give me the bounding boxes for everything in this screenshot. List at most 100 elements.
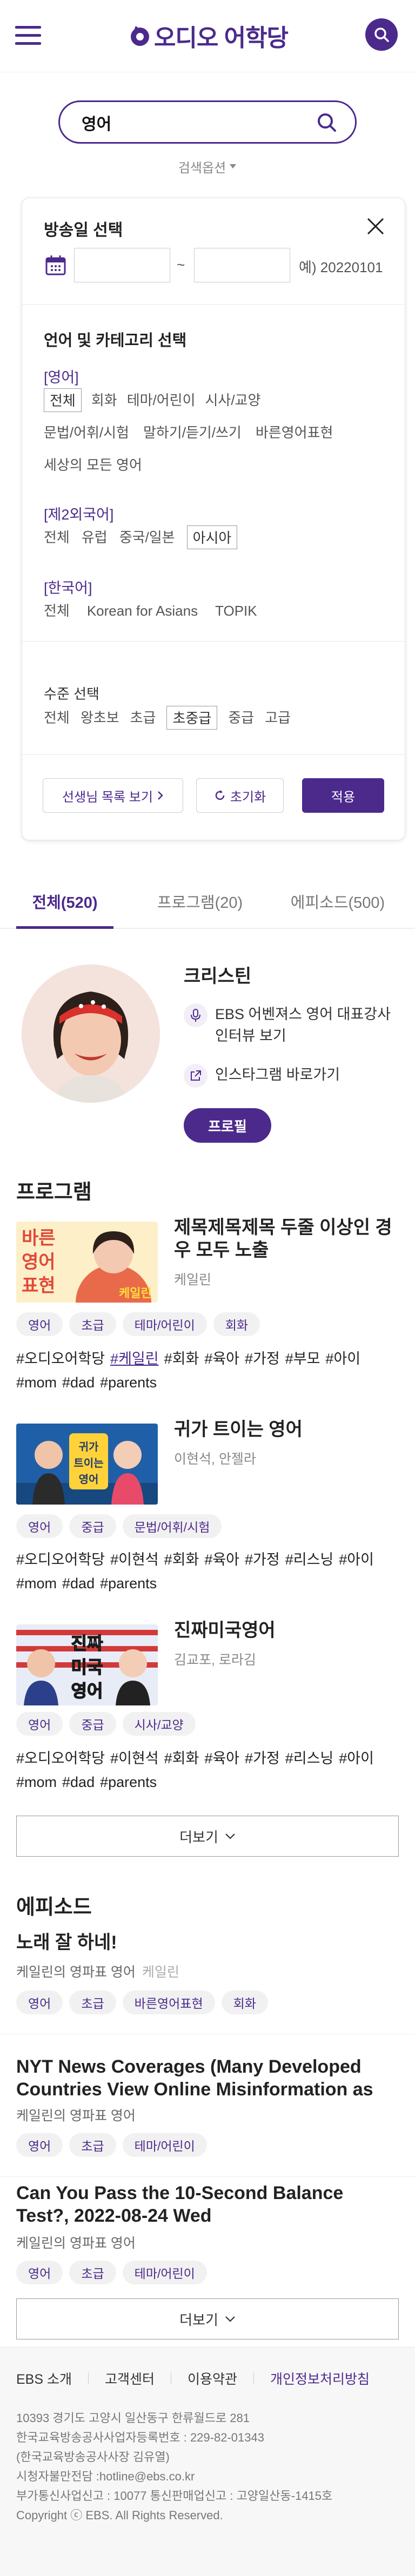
tag[interactable]: #parents <box>100 1374 157 1391</box>
option-conversation[interactable]: 회화 <box>91 388 117 412</box>
footer-link-privacy[interactable]: 개인정보처리방침 <box>270 2369 370 2388</box>
footer-link-support[interactable]: 고객센터 <box>105 2369 155 2388</box>
level-advanced[interactable]: 고급 <box>265 706 291 730</box>
tag[interactable]: #mom <box>16 1575 57 1592</box>
tag[interactable]: #오디오어학당 <box>16 1750 105 1766</box>
level-all[interactable]: 전체 <box>44 706 70 730</box>
group-label-english: [영어] <box>44 369 79 386</box>
option-all[interactable]: 전체 <box>44 388 82 412</box>
tag[interactable]: #리스닝 <box>285 1552 334 1568</box>
footer-link-about[interactable]: EBS 소개 <box>16 2369 72 2388</box>
tag[interactable]: #육아 <box>204 1351 239 1367</box>
option-all[interactable]: 전체 <box>44 599 70 623</box>
tag[interactable]: #아이 <box>325 1351 360 1367</box>
tag[interactable]: #dad <box>62 1774 95 1790</box>
hamburger-icon[interactable] <box>15 25 41 46</box>
program-thumbnail[interactable]: 귀가 트이는 영어 <box>16 1424 158 1505</box>
tab-programs[interactable]: 프로그램(20) <box>135 890 265 925</box>
option-topik[interactable]: TOPIK <box>215 599 257 623</box>
tab-all[interactable]: 전체(520) <box>16 890 113 925</box>
level-intermediate[interactable]: 중급 <box>228 706 254 730</box>
header-search-button[interactable] <box>365 18 398 51</box>
thumb-text: 바른 <box>22 1228 56 1249</box>
tag[interactable]: #가정 <box>245 1351 280 1367</box>
tag[interactable]: #이현석 <box>110 1552 159 1568</box>
reset-button[interactable]: 초기화 <box>196 778 284 813</box>
option-all-english[interactable]: 세상의 모든 영어 <box>44 453 142 477</box>
tag[interactable]: #회화 <box>164 1351 199 1367</box>
search-options-toggle[interactable]: 검색옵션 <box>153 157 262 176</box>
tag[interactable]: #dad <box>62 1374 95 1391</box>
interview-link[interactable]: EBS 어벤져스 영어 대표강사 인터뷰 보기 <box>184 1003 400 1047</box>
footer-link-terms[interactable]: 이용약관 <box>188 2369 237 2388</box>
tag[interactable]: #이현석 <box>110 1750 159 1766</box>
tag[interactable]: #회화 <box>164 1552 199 1568</box>
close-icon[interactable] <box>364 214 387 238</box>
option-china-japan[interactable]: 중국/일본 <box>119 525 175 549</box>
option-proper-expression[interactable]: 바른영어표현 <box>256 421 333 444</box>
option-current-affairs[interactable]: 시사/교양 <box>205 388 261 412</box>
episode-title[interactable]: Can You Pass the 10-Second Balance Test?… <box>16 2182 400 2227</box>
tag[interactable]: #오디오어학당 <box>16 1351 105 1367</box>
divider <box>88 2372 89 2384</box>
tag[interactable]: #회화 <box>164 1750 199 1766</box>
option-europe[interactable]: 유럽 <box>82 525 108 549</box>
tag[interactable]: #육아 <box>204 1750 239 1766</box>
teacher-list-button[interactable]: 선생님 목록 보기 <box>43 778 183 813</box>
episode-title[interactable]: 노래 잘 하네! <box>16 1931 400 1954</box>
programs-more-button[interactable]: 더보기 <box>16 1816 399 1857</box>
teacher-avatar <box>22 965 160 1103</box>
search-input[interactable] <box>82 111 309 134</box>
level-beginner-zero[interactable]: 왕초보 <box>81 706 119 730</box>
program-chips: 영어 중급 시사/교양 <box>16 1712 202 1736</box>
program-title[interactable]: 진짜미국영어 <box>174 1619 401 1642</box>
calendar-icon[interactable] <box>45 254 66 276</box>
option-grammar-test[interactable]: 문법/어휘/시험 <box>44 421 129 444</box>
tag[interactable]: #리스닝 <box>285 1750 334 1766</box>
external-link-icon <box>184 1064 208 1088</box>
tag[interactable]: #오디오어학당 <box>16 1552 105 1568</box>
date-to-input[interactable] <box>194 248 290 282</box>
tag-highlighted[interactable]: #케일린 <box>110 1351 159 1367</box>
program-chips: 영어 초급 테마/어린이 회화 <box>16 1312 266 1336</box>
episode-title[interactable]: NYT News Coverages (Many Developed Count… <box>16 2055 400 2101</box>
date-from-input[interactable] <box>74 248 170 282</box>
tag[interactable]: #mom <box>16 1774 57 1790</box>
tag[interactable]: #육아 <box>204 1552 239 1568</box>
level-pre-intermediate[interactable]: 초중급 <box>166 706 218 730</box>
tag[interactable]: #parents <box>100 1575 157 1592</box>
search-submit-icon[interactable] <box>314 110 340 136</box>
apply-button[interactable]: 적용 <box>302 778 384 813</box>
program-title[interactable]: 귀가 트이는 영어 <box>174 1418 401 1441</box>
tag[interactable]: #mom <box>16 1374 57 1391</box>
tag[interactable]: #parents <box>100 1774 157 1790</box>
level-beginner[interactable]: 초급 <box>130 706 156 730</box>
chevron-down-icon <box>225 2316 236 2322</box>
profile-button[interactable]: 프로필 <box>184 1108 271 1143</box>
program-author: 케일린 <box>174 1272 212 1287</box>
footer-copyright: Copyright ⓒ EBS. All Rights Reserved. <box>16 2508 223 2522</box>
tag[interactable]: #아이 <box>339 1750 374 1766</box>
thumb-text: 케일린 <box>119 1287 152 1300</box>
program-title[interactable]: 제목제목제목 두줄 이상인 경우 모두 노출 <box>174 1216 401 1262</box>
site-logo[interactable]: 오디오 어학당 <box>125 21 290 51</box>
tag[interactable]: #부모 <box>285 1351 320 1367</box>
program-thumbnail[interactable]: 진짜 미국 영어 <box>16 1624 158 1705</box>
chip: 영어 <box>16 1312 63 1336</box>
broadcast-date-title: 방송일 선택 <box>44 221 123 239</box>
option-theme-kids[interactable]: 테마/어린이 <box>127 388 196 412</box>
option-korean-for-asians[interactable]: Korean for Asians <box>87 599 198 623</box>
option-speaking-listening-writing[interactable]: 말하기/듣기/쓰기 <box>143 421 242 444</box>
tag[interactable]: #아이 <box>339 1552 374 1568</box>
episodes-more-button[interactable]: 더보기 <box>16 2298 399 2339</box>
tab-episodes[interactable]: 에피소드(500) <box>270 890 405 925</box>
tag[interactable]: #dad <box>62 1575 95 1592</box>
thumb-text: 영어 <box>22 1251 56 1273</box>
tag[interactable]: #가정 <box>245 1750 280 1766</box>
option-all[interactable]: 전체 <box>44 525 70 549</box>
episode-author: 케일린 <box>142 1965 179 1980</box>
instagram-link[interactable]: 인스타그램 바로가기 <box>184 1064 400 1088</box>
program-thumbnail[interactable]: 바른 영어 표현 케일린 <box>16 1222 158 1303</box>
option-asia[interactable]: 아시아 <box>186 525 238 549</box>
tag[interactable]: #가정 <box>245 1552 280 1568</box>
